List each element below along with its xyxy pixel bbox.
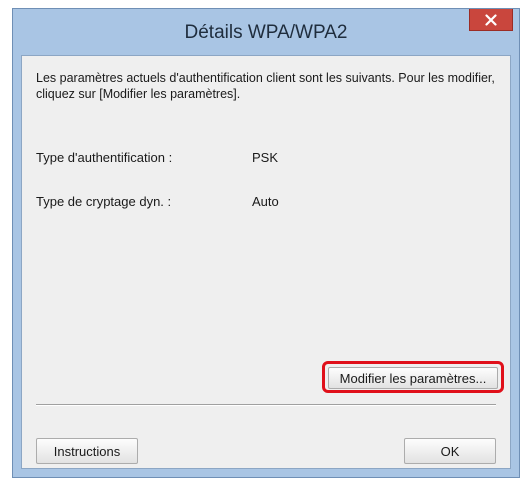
separator [36,404,496,406]
encryption-type-label: Type de cryptage dyn. : [36,194,172,209]
instructions-button[interactable]: Instructions [36,438,138,464]
dialog-window: Détails WPA/WPA2 Les paramètres actuels … [12,8,520,478]
dialog-body: Les paramètres actuels d'authentificatio… [21,55,511,469]
window-title: Détails WPA/WPA2 [184,22,348,43]
auth-type-value: PSK [252,150,279,165]
encryption-type-value: Auto [252,194,279,209]
highlight-outline [322,361,504,393]
title-bar[interactable]: Détails WPA/WPA2 [13,9,519,55]
ok-button[interactable]: OK [404,438,496,464]
description-text: Les paramètres actuels d'authentificatio… [36,71,495,101]
auth-type-label: Type d'authentification : [36,150,173,165]
close-icon [485,13,497,26]
close-button[interactable] [469,9,513,31]
